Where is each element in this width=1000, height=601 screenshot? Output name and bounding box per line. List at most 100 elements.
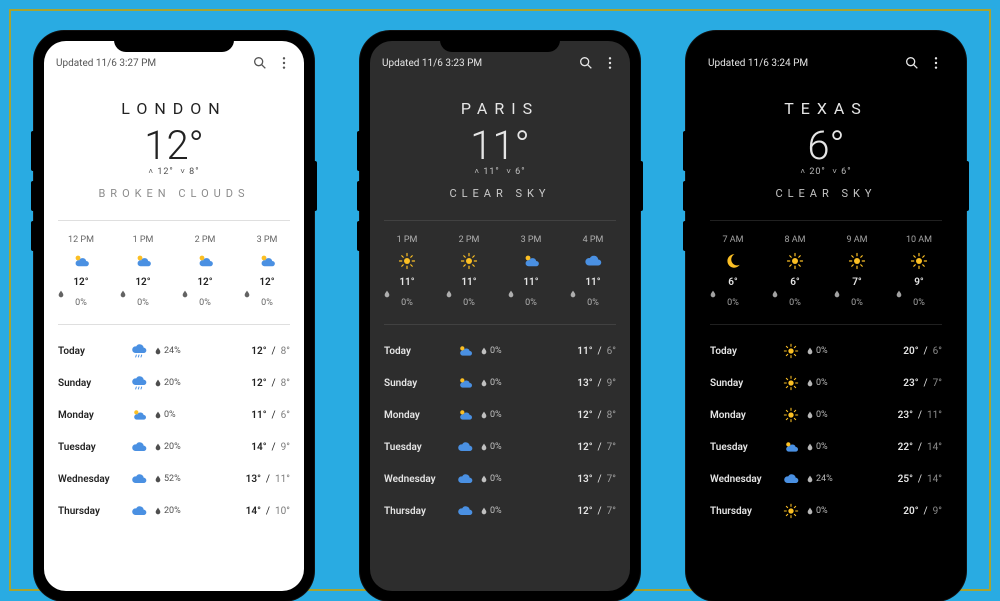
daily-row[interactable]: Monday 0% 11° / 6° bbox=[58, 399, 290, 431]
cloud-icon bbox=[569, 251, 617, 271]
hourly-precip: 0% bbox=[57, 290, 105, 308]
daily-temps: 12° / 8° bbox=[520, 410, 616, 421]
daily-row[interactable]: Thursday 0% 12° / 7° bbox=[384, 495, 616, 527]
search-icon[interactable] bbox=[578, 55, 596, 71]
daily-precip: 52% bbox=[154, 474, 194, 484]
current-temp: 12° bbox=[44, 122, 304, 169]
menu-dots-icon[interactable] bbox=[602, 55, 620, 71]
daily-temps: 23° / 7° bbox=[846, 378, 942, 389]
daily-row[interactable]: Sunday 0% 23° / 7° bbox=[710, 367, 942, 399]
partly-icon bbox=[450, 407, 480, 423]
daily-day: Thursday bbox=[58, 506, 124, 517]
hourly-temp: 12° bbox=[57, 277, 105, 288]
daily-precip: 20% bbox=[154, 442, 194, 452]
daily-day: Sunday bbox=[384, 378, 450, 389]
hourly-time: 12 PM bbox=[57, 235, 105, 245]
daily-row[interactable]: Tuesday 20% 14° / 9° bbox=[58, 431, 290, 463]
sun-icon bbox=[776, 375, 806, 391]
updated-label: Updated 11/6 3:24 PM bbox=[708, 58, 808, 69]
current-temp: 11° bbox=[370, 122, 630, 169]
partly-icon bbox=[450, 343, 480, 359]
hourly-item[interactable]: 12 PM 12° 0% bbox=[57, 235, 105, 308]
hourly-forecast[interactable]: 1 PM 11° 0% 2 PM 11° 0% 3 PM 11° 0% 4 PM… bbox=[370, 227, 630, 318]
sun-icon bbox=[895, 251, 943, 271]
hourly-item[interactable]: 4 PM 11° 0% bbox=[569, 235, 617, 308]
menu-dots-icon[interactable] bbox=[276, 55, 294, 71]
daily-row[interactable]: Today 0% 11° / 6° bbox=[384, 335, 616, 367]
hourly-item[interactable]: 2 PM 11° 0% bbox=[445, 235, 493, 308]
daily-row[interactable]: Monday 0% 23° / 11° bbox=[710, 399, 942, 431]
hourly-time: 10 AM bbox=[895, 235, 943, 245]
hourly-precip: 0% bbox=[771, 290, 819, 308]
current-weather: LONDON 12° ˄ 12° ˅ 8° BROKEN CLOUDS bbox=[44, 77, 304, 214]
hourly-forecast[interactable]: 12 PM 12° 0% 1 PM 12° 0% 2 PM 12° 0% 3 P… bbox=[44, 227, 304, 318]
hourly-item[interactable]: 3 PM 12° 0% bbox=[243, 235, 291, 308]
daily-precip: 0% bbox=[480, 474, 520, 484]
weather-app-screen: Updated 11/6 3:24 PM TEXAS 6° ˄ 20° ˅ 6°… bbox=[696, 41, 956, 591]
city-name: LONDON bbox=[44, 99, 304, 118]
daily-row[interactable]: Wednesday 0% 13° / 7° bbox=[384, 463, 616, 495]
partly-icon bbox=[507, 251, 555, 271]
current-weather: TEXAS 6° ˄ 20° ˅ 6° CLEAR SKY bbox=[696, 77, 956, 214]
daily-row[interactable]: Tuesday 0% 12° / 7° bbox=[384, 431, 616, 463]
temp-range: ˄ 20° ˅ 6° bbox=[696, 167, 956, 177]
daily-temps: 11° / 6° bbox=[520, 346, 616, 357]
hourly-time: 1 PM bbox=[119, 235, 167, 245]
phone-mock-black: Updated 11/6 3:24 PM TEXAS 6° ˄ 20° ˅ 6°… bbox=[686, 31, 966, 601]
daily-day: Tuesday bbox=[710, 442, 776, 453]
daily-day: Tuesday bbox=[58, 442, 124, 453]
daily-row[interactable]: Sunday 0% 13° / 9° bbox=[384, 367, 616, 399]
phone-mock-light: Updated 11/6 3:27 PM LONDON 12° ˄ 12° ˅ … bbox=[34, 31, 314, 601]
daily-day: Thursday bbox=[710, 506, 776, 517]
daily-day: Monday bbox=[58, 410, 124, 421]
hourly-item[interactable]: 9 AM 7° 0% bbox=[833, 235, 881, 308]
hourly-forecast[interactable]: 7 AM 6° 0% 8 AM 6° 0% 9 AM 7° 0% 10 AM 9… bbox=[696, 227, 956, 318]
hourly-precip: 0% bbox=[181, 290, 229, 308]
menu-dots-icon[interactable] bbox=[928, 55, 946, 71]
daily-row[interactable]: Today 0% 20° / 6° bbox=[710, 335, 942, 367]
city-name: PARIS bbox=[370, 99, 630, 118]
cloud-icon bbox=[450, 439, 480, 455]
partly-icon bbox=[776, 439, 806, 455]
daily-row[interactable]: Thursday 0% 20° / 9° bbox=[710, 495, 942, 527]
sun-icon bbox=[833, 251, 881, 271]
daily-row[interactable]: Tuesday 0% 22° / 14° bbox=[710, 431, 942, 463]
daily-row[interactable]: Today 24% 12° / 8° bbox=[58, 335, 290, 367]
weather-app-screen: Updated 11/6 3:23 PM PARIS 11° ˄ 11° ˅ 6… bbox=[370, 41, 630, 591]
partly-icon bbox=[181, 251, 229, 271]
daily-temps: 12° / 8° bbox=[194, 346, 290, 357]
daily-row[interactable]: Sunday 20% 12° / 8° bbox=[58, 367, 290, 399]
daily-precip: 0% bbox=[806, 506, 846, 516]
hourly-item[interactable]: 8 AM 6° 0% bbox=[771, 235, 819, 308]
daily-row[interactable]: Monday 0% 12° / 8° bbox=[384, 399, 616, 431]
hourly-temp: 11° bbox=[569, 277, 617, 288]
daily-row[interactable]: Thursday 20% 14° / 10° bbox=[58, 495, 290, 527]
daily-day: Thursday bbox=[384, 506, 450, 517]
moon-icon bbox=[709, 251, 757, 271]
city-name: TEXAS bbox=[696, 99, 956, 118]
hourly-item[interactable]: 1 PM 11° 0% bbox=[383, 235, 431, 308]
hourly-item[interactable]: 7 AM 6° 0% bbox=[709, 235, 757, 308]
daily-precip: 0% bbox=[806, 442, 846, 452]
search-icon[interactable] bbox=[904, 55, 922, 71]
daily-forecast: Today 0% 11° / 6° Sunday 0% 13° / 9° Mon… bbox=[370, 331, 630, 527]
condition-label: BROKEN CLOUDS bbox=[44, 187, 304, 200]
hourly-precip: 0% bbox=[569, 290, 617, 308]
daily-temps: 13° / 11° bbox=[194, 474, 290, 485]
hourly-item[interactable]: 2 PM 12° 0% bbox=[181, 235, 229, 308]
hourly-item[interactable]: 10 AM 9° 0% bbox=[895, 235, 943, 308]
daily-day: Monday bbox=[384, 410, 450, 421]
hourly-precip: 0% bbox=[445, 290, 493, 308]
hourly-item[interactable]: 3 PM 11° 0% bbox=[507, 235, 555, 308]
sun-icon bbox=[771, 251, 819, 271]
daily-temps: 22° / 14° bbox=[846, 442, 942, 453]
daily-precip: 0% bbox=[480, 410, 520, 420]
daily-row[interactable]: Wednesday 52% 13° / 11° bbox=[58, 463, 290, 495]
cloud-icon bbox=[124, 503, 154, 519]
showcase-frame: Updated 11/6 3:27 PM LONDON 12° ˄ 12° ˅ … bbox=[9, 9, 991, 591]
hourly-item[interactable]: 1 PM 12° 0% bbox=[119, 235, 167, 308]
search-icon[interactable] bbox=[252, 55, 270, 71]
daily-temps: 20° / 9° bbox=[846, 506, 942, 517]
daily-precip: 0% bbox=[480, 378, 520, 388]
daily-row[interactable]: Wednesday 24% 25° / 14° bbox=[710, 463, 942, 495]
